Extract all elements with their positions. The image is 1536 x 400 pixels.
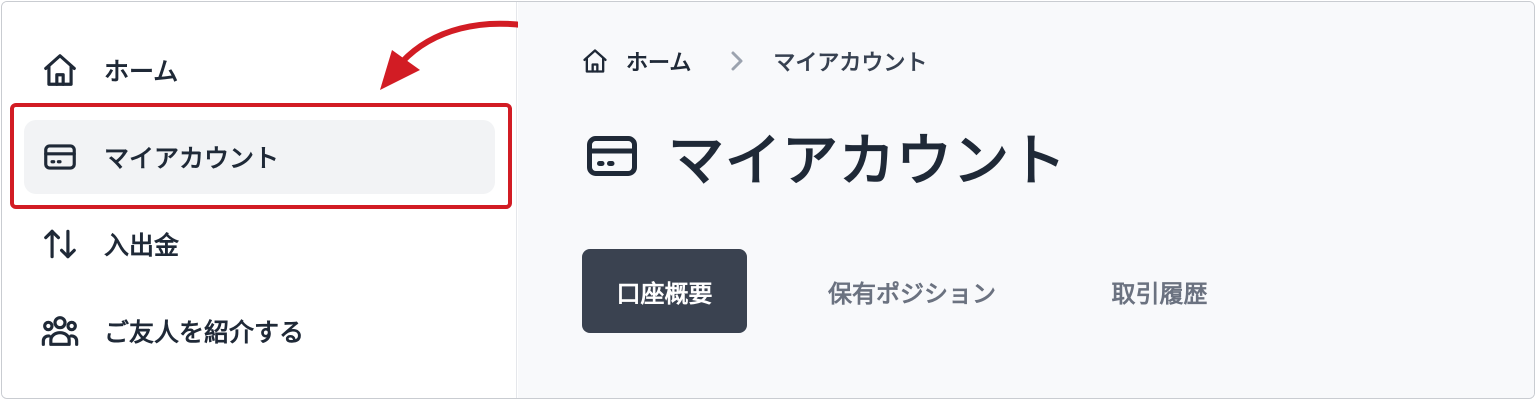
breadcrumb-current: マイアカウント — [773, 51, 928, 76]
breadcrumb: ホーム マイアカウント — [580, 44, 927, 78]
sidebar-item-refer-friends[interactable]: ご友人を紹介する — [24, 294, 495, 368]
sidebar-item-label: ホーム — [104, 57, 179, 86]
sidebar-item-my-account[interactable]: マイアカウント — [24, 120, 495, 194]
page-header: マイアカウント — [580, 114, 1067, 198]
transfer-arrows-icon — [40, 224, 80, 264]
sidebar: ホーム マイアカウント 入出金 ご友人を紹介する — [2, 2, 517, 398]
page-title: マイアカウント — [668, 128, 1067, 194]
tab-trade-history[interactable]: 取引履歴 — [1087, 249, 1232, 333]
breadcrumb-home-link[interactable]: ホーム — [626, 45, 691, 77]
tab-positions[interactable]: 保有ポジション — [817, 249, 1007, 333]
sidebar-item-label: ご友人を紹介する — [104, 318, 305, 347]
users-group-icon — [40, 311, 80, 351]
tab-account-overview[interactable]: 口座概要 — [582, 249, 747, 333]
home-icon[interactable] — [580, 46, 610, 76]
sidebar-item-home[interactable]: ホーム — [24, 33, 495, 107]
sidebar-item-deposit-withdrawal[interactable]: 入出金 — [24, 207, 495, 281]
home-icon — [40, 50, 80, 90]
app-window: ホーム マイアカウント 入出金 ご友人を紹介する ホーム マイアカウント マイア… — [1, 1, 1535, 399]
chevron-right-icon — [727, 49, 747, 73]
card-icon — [40, 137, 80, 177]
sidebar-item-label: 入出金 — [104, 231, 180, 260]
main-content: ホーム マイアカウント マイアカウント 口座概要 保有ポジション 取引履歴 — [518, 2, 1534, 398]
sidebar-item-label: マイアカウント — [104, 144, 280, 173]
card-icon — [580, 124, 644, 188]
